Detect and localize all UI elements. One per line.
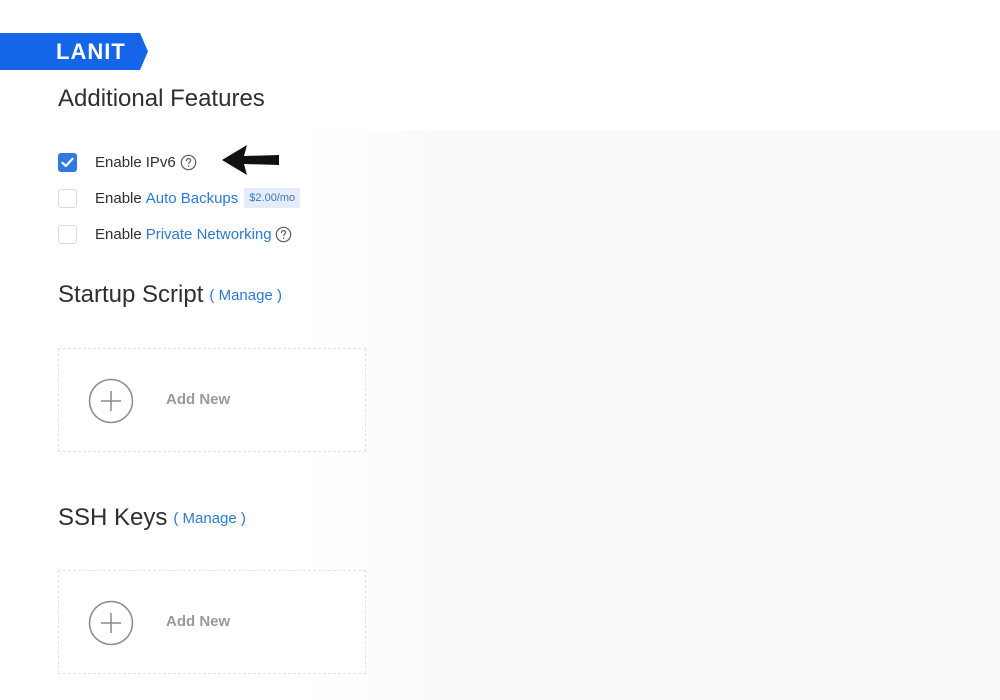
feature-row-private-networking: Enable Private Networking — [58, 223, 292, 245]
startup-script-manage-link[interactable]: ( Manage ) — [209, 287, 282, 304]
startup-script-title-row: Startup Script ( Manage ) — [58, 280, 282, 311]
startup-script-add-card[interactable]: Add New — [58, 348, 366, 452]
question-circle-icon[interactable] — [180, 154, 197, 171]
additional-features-title: Additional Features — [58, 85, 265, 112]
ssh-keys-add-label: Add New — [166, 613, 231, 630]
auto-backups-prefix: Enable — [95, 189, 142, 207]
auto-backups-checkbox[interactable] — [58, 188, 77, 208]
price-badge: $2.00/mo — [244, 188, 301, 208]
feature-row-ipv6: Enable IPv6 — [58, 151, 197, 173]
ipv6-checkbox[interactable] — [58, 152, 77, 172]
private-networking-checkbox[interactable] — [58, 224, 77, 244]
brand-logo: LANIT — [56, 39, 126, 64]
ipv6-label: IPv6 — [145, 153, 176, 171]
plus-circle-icon — [88, 600, 134, 646]
private-networking-prefix: Enable — [95, 225, 142, 243]
ssh-keys-manage-link[interactable]: ( Manage ) — [173, 510, 246, 527]
auto-backups-link[interactable]: Auto Backups — [146, 190, 239, 207]
background-shade — [300, 130, 1000, 700]
checkmark-icon — [61, 157, 74, 167]
ssh-keys-title-row: SSH Keys ( Manage ) — [58, 503, 246, 534]
feature-row-auto-backups: Enable Auto Backups $2.00/mo — [58, 187, 301, 209]
plus-circle-icon — [88, 378, 134, 424]
ipv6-prefix: Enable — [95, 153, 142, 171]
ssh-keys-add-card[interactable]: Add New — [58, 570, 366, 674]
brand-banner: LANIT — [0, 33, 148, 70]
question-circle-icon[interactable] — [275, 226, 292, 243]
private-networking-link[interactable]: Private Networking — [146, 226, 272, 243]
arrow-left-icon — [222, 145, 279, 175]
ssh-keys-title: SSH Keys — [58, 504, 168, 531]
startup-script-add-label: Add New — [166, 391, 231, 408]
startup-script-title: Startup Script — [58, 281, 204, 308]
